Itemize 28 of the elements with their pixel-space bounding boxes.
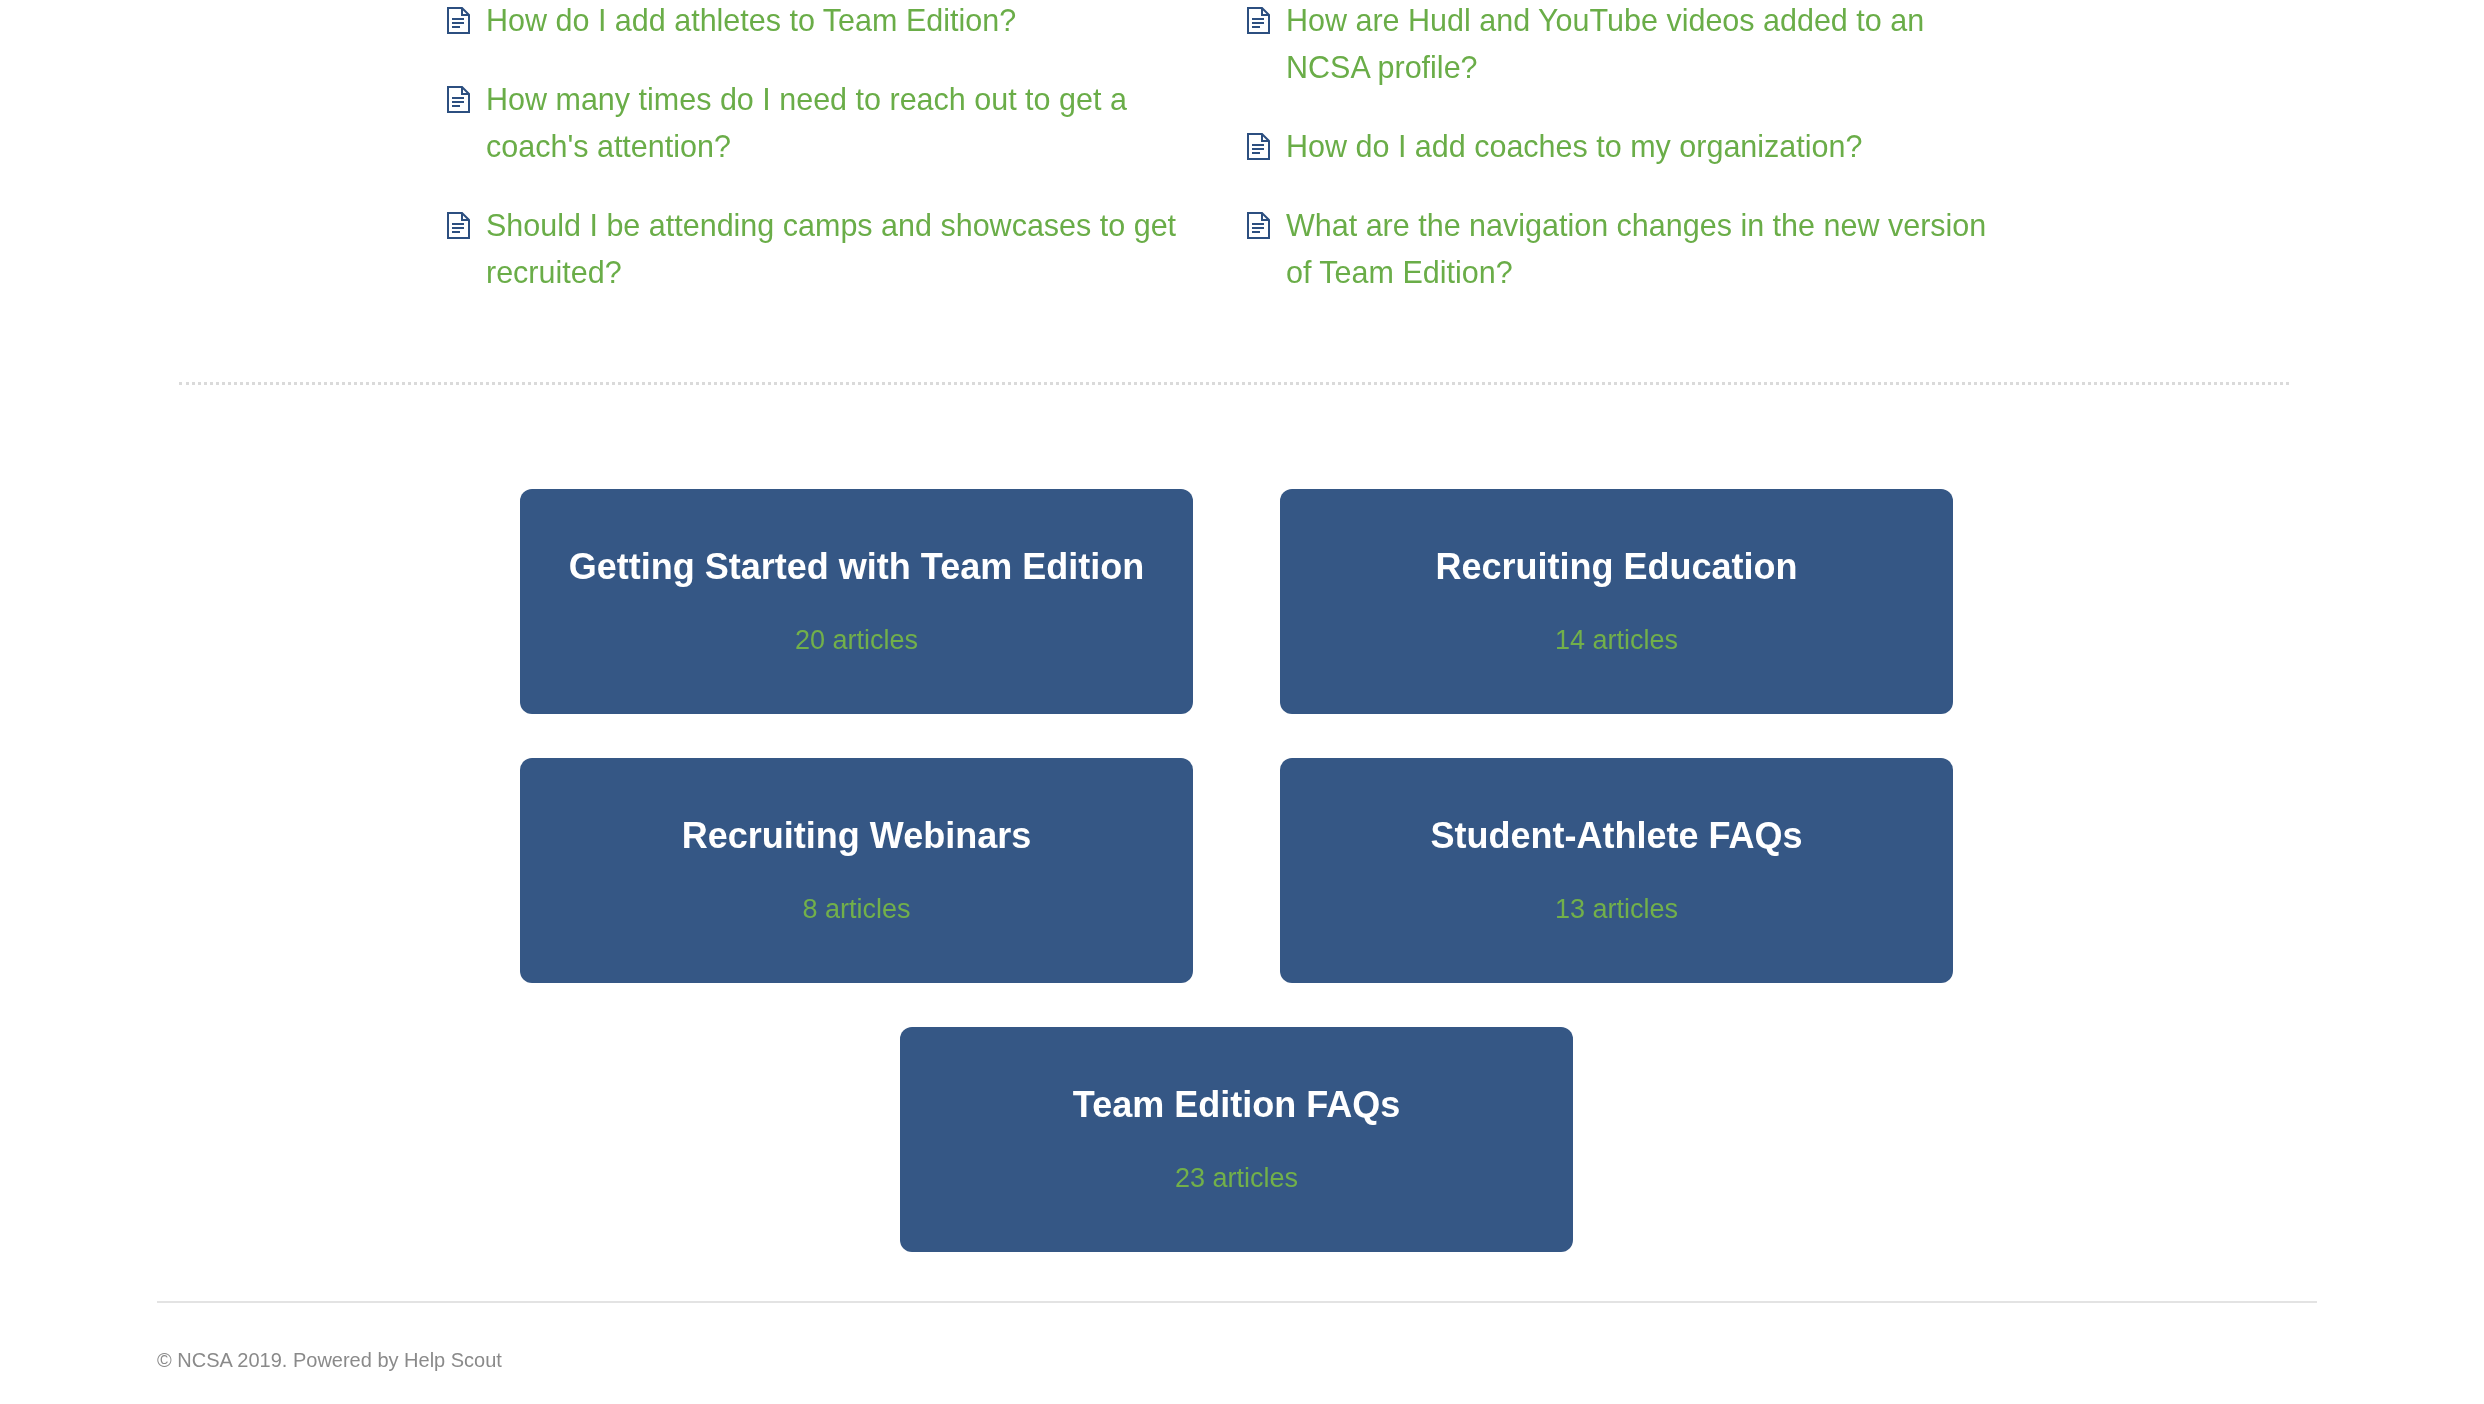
category-title: Team Edition FAQs (1072, 1083, 1401, 1127)
category-card[interactable]: Getting Started with Team Edition 20 articles (520, 489, 1193, 714)
category-title: Student-Athlete FAQs (1430, 814, 1803, 858)
article-count: 23 articles (1174, 1162, 1299, 1195)
document-icon (447, 212, 470, 239)
category-card[interactable]: Student-Athlete FAQs 13 articles (1280, 758, 1953, 983)
document-icon (1247, 133, 1270, 160)
category-title: Recruiting Webinars (681, 814, 1032, 858)
article-link[interactable]: How do I add athletes to Team Edition? (486, 0, 1017, 44)
article-count: 20 articles (794, 624, 919, 657)
article-link[interactable]: How many times do I need to reach out to get a coach's attention? (486, 76, 1200, 170)
article-count: 14 articles (1554, 624, 1679, 657)
document-icon (447, 7, 470, 34)
article-link[interactable]: How are Hudl and YouTube videos added to an NCSA profile? (1286, 0, 2000, 91)
article-link[interactable]: What are the navigation changes in the new version of Team Edition? (1286, 202, 2000, 296)
category-title: Getting Started with Team Edition (568, 545, 1145, 589)
category-card[interactable]: Team Edition FAQs 23 articles (900, 1027, 1573, 1252)
article-count: 8 articles (802, 893, 911, 926)
category-card[interactable]: Recruiting Education 14 articles (1280, 489, 1953, 714)
article-link[interactable]: How do I add coaches to my organization? (1286, 123, 1863, 170)
category-card[interactable]: Recruiting Webinars 8 articles (520, 758, 1193, 983)
article-link[interactable]: Should I be attending camps and showcases to get recruited? (486, 202, 1200, 296)
document-icon (1247, 7, 1270, 34)
document-icon (1247, 212, 1270, 239)
footer-text: © NCSA 2019. Powered by Help Scout (157, 1348, 502, 1373)
article-count: 13 articles (1554, 893, 1679, 926)
category-title: Recruiting Education (1435, 545, 1798, 589)
document-icon (447, 86, 470, 113)
